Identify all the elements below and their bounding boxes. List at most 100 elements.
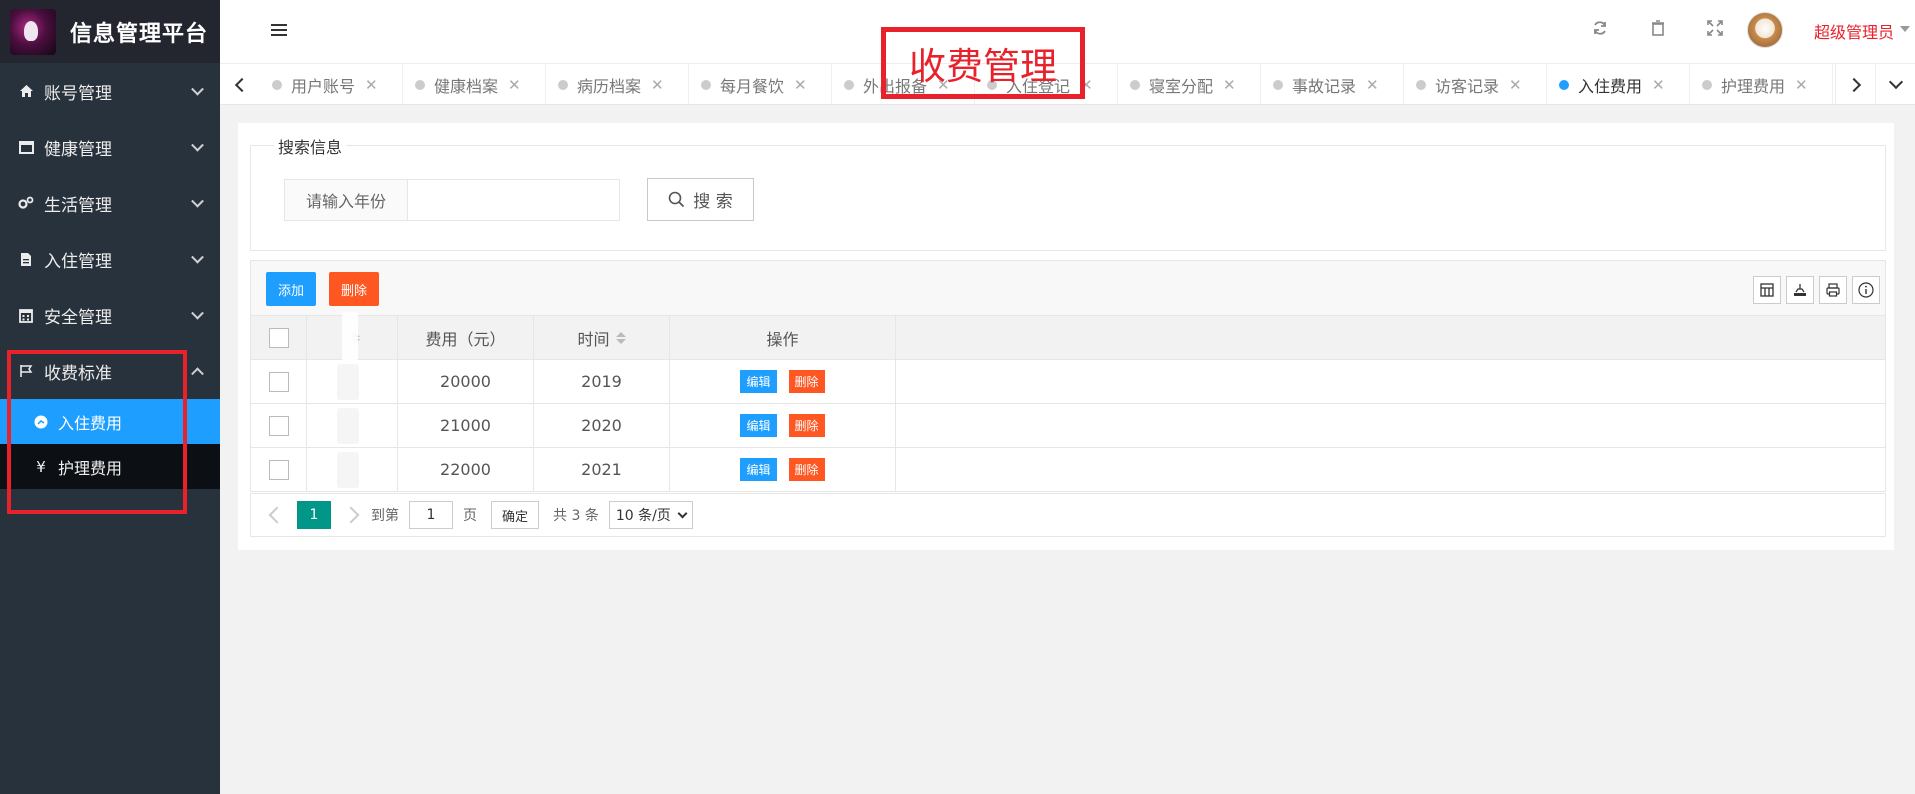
avatar[interactable] — [1747, 12, 1783, 48]
user-name[interactable]: 超级管理员 — [1814, 19, 1894, 43]
tab-accident-record[interactable]: 事故记录 ✕ — [1261, 64, 1404, 104]
tab-scroll-right[interactable] — [1835, 64, 1875, 104]
sidebar-subitem-nursing-fee[interactable]: ¥ 护理费用 — [0, 444, 220, 489]
sidebar-item-life[interactable]: 生活管理 — [0, 175, 220, 231]
tab-dot — [844, 79, 854, 90]
tab-checkin-fee[interactable]: 入住费用 ✕ — [1547, 64, 1690, 104]
close-icon[interactable]: ✕ — [1366, 76, 1379, 94]
table-toolbar: 添加 删除 — [250, 260, 1886, 316]
row-checkbox[interactable] — [268, 459, 289, 480]
tab-health-record[interactable]: 健康档案 ✕ — [403, 64, 546, 104]
chevron-left-icon[interactable] — [268, 506, 286, 524]
year-input[interactable] — [407, 179, 620, 221]
delete-button[interactable]: 删除 — [788, 414, 825, 437]
tab-user-account[interactable]: 用户账号 ✕ — [260, 64, 403, 104]
fullscreen-icon[interactable] — [1706, 19, 1724, 37]
tab-dot — [272, 79, 282, 90]
filler-cell — [896, 360, 1885, 403]
sidebar-subitem-label: 入住费用 — [58, 413, 123, 433]
refresh-icon[interactable] — [1591, 19, 1609, 37]
print-icon[interactable] — [1819, 276, 1847, 304]
caret-down-icon[interactable] — [1900, 26, 1910, 32]
page-jump-input[interactable] — [409, 501, 453, 529]
columns-filter-icon[interactable] — [1753, 276, 1781, 304]
logo: 信息管理平台 — [0, 0, 220, 63]
export-icon[interactable] — [1786, 276, 1814, 304]
total-count: 共 3 条 — [553, 508, 599, 524]
header-time-cell[interactable]: 时间 — [534, 316, 670, 359]
column-header: 操作 — [766, 329, 799, 349]
search-legend: 搜索信息 — [274, 134, 347, 158]
app-title: 信息管理平台 — [70, 21, 209, 47]
close-icon[interactable]: ✕ — [794, 76, 807, 94]
search-icon — [668, 191, 685, 208]
sidebar-item-checkin[interactable]: 入住管理 — [0, 231, 220, 287]
confirm-jump-button[interactable]: 确定 — [491, 501, 540, 529]
edit-button[interactable]: 编辑 — [740, 370, 777, 393]
trash-icon[interactable] — [1649, 19, 1667, 37]
sidebar-item-account[interactable]: 账号管理 — [0, 63, 220, 119]
delete-button[interactable]: 删除 — [788, 370, 825, 393]
blurred-region — [342, 312, 358, 362]
id-cell — [307, 448, 398, 491]
gears-icon — [18, 195, 34, 211]
tab-room-assign[interactable]: 寝室分配 ✕ — [1118, 64, 1261, 104]
close-icon[interactable]: ✕ — [1795, 76, 1808, 94]
page-current[interactable]: 1 — [297, 501, 331, 529]
blurred-region — [337, 408, 359, 444]
info-icon[interactable] — [1852, 276, 1880, 304]
tab-dot — [1416, 79, 1426, 90]
sidebar-item-label: 安全管理 — [44, 307, 112, 328]
close-icon[interactable]: ✕ — [365, 76, 378, 94]
sidebar-item-security[interactable]: 安全管理 — [0, 287, 220, 343]
batch-delete-button[interactable]: 删除 — [329, 272, 379, 306]
header-id-cell[interactable] — [307, 312, 398, 362]
close-icon[interactable]: ✕ — [1223, 76, 1236, 94]
operation-cell: 编辑 删除 — [670, 404, 896, 447]
select-all-checkbox[interactable] — [268, 327, 289, 348]
tab-dot — [1130, 79, 1140, 90]
tab-nursing-fee[interactable]: 护理费用 ✕ — [1690, 64, 1833, 104]
tab-menu-dropdown[interactable] — [1875, 64, 1915, 104]
column-header: 时间 — [577, 329, 610, 349]
fee-cell: 20000 — [398, 360, 534, 403]
sort-icon[interactable] — [615, 331, 626, 344]
table-row: 21000 2020 编辑 删除 — [251, 404, 1885, 448]
tab-label: 每月餐饮 — [720, 76, 785, 96]
chevron-down-icon — [677, 508, 688, 518]
annotation-title: 收费管理 — [881, 27, 1085, 99]
tab-label: 入住费用 — [1578, 76, 1643, 96]
chevron-down-icon — [191, 306, 204, 320]
close-icon[interactable]: ✕ — [651, 76, 664, 94]
tab-label: 访客记录 — [1435, 76, 1500, 96]
close-icon[interactable]: ✕ — [1652, 76, 1665, 94]
filler-cell — [896, 448, 1885, 491]
close-icon[interactable]: ✕ — [1509, 76, 1522, 94]
window-icon — [18, 139, 34, 155]
tab-scroll-left[interactable] — [220, 64, 260, 104]
tab-medical-record[interactable]: 病历档案 ✕ — [546, 64, 689, 104]
chevron-right-icon[interactable] — [342, 506, 360, 524]
sidebar-item-label: 健康管理 — [44, 139, 112, 160]
add-button[interactable]: 添加 — [266, 272, 316, 306]
menu-toggle-icon[interactable] — [271, 24, 287, 38]
id-cell — [307, 360, 398, 403]
row-checkbox[interactable] — [268, 415, 289, 436]
header-fee-cell: 费用（元） — [398, 316, 534, 359]
sidebar-subitem-label: 护理费用 — [58, 458, 123, 478]
sidebar-item-label: 收费标准 — [44, 363, 112, 384]
edit-button[interactable]: 编辑 — [740, 414, 777, 437]
tab-monthly-meals[interactable]: 每月餐饮 ✕ — [689, 64, 832, 104]
search-button-label: 搜 索 — [693, 192, 733, 212]
edit-button[interactable]: 编辑 — [740, 458, 777, 481]
sidebar-item-fee-standard[interactable]: 收费标准 — [0, 343, 220, 399]
tab-dot — [1702, 79, 1712, 90]
close-icon[interactable]: ✕ — [508, 76, 521, 94]
tab-visitor-record[interactable]: 访客记录 ✕ — [1404, 64, 1547, 104]
sidebar-subitem-checkin-fee[interactable]: 入住费用 — [0, 399, 220, 444]
row-checkbox[interactable] — [268, 371, 289, 392]
page-size-select[interactable]: 10 条/页 — [608, 501, 693, 529]
search-button[interactable]: 搜 索 — [647, 178, 754, 221]
sidebar-item-health[interactable]: 健康管理 — [0, 119, 220, 175]
delete-button[interactable]: 删除 — [788, 458, 825, 481]
